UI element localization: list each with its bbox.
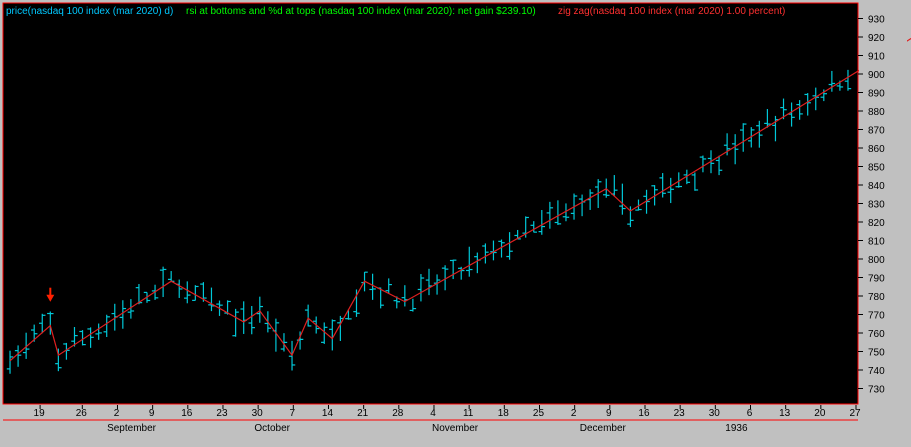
- y-tick-label: 840: [868, 181, 885, 192]
- month-label: 1936: [725, 423, 748, 434]
- y-tick-label: 760: [868, 329, 885, 340]
- x-tick-label: 6: [747, 408, 753, 419]
- month-label: September: [107, 423, 157, 434]
- y-tick-label: 880: [868, 107, 885, 118]
- y-tick-label: 870: [868, 126, 885, 137]
- x-tick-label: 30: [252, 408, 264, 419]
- legend-rsi-label: rsi at bottoms and %d at tops (nasdaq 10…: [186, 6, 536, 17]
- x-tick-label: 16: [181, 408, 193, 419]
- x-tick-label: 23: [216, 408, 228, 419]
- x-tick-label: 13: [779, 408, 791, 419]
- y-tick-label: 800: [868, 255, 885, 266]
- price-chart: 7307407507607707807908008108208308408508…: [2, 2, 911, 438]
- x-tick-label: 2: [571, 408, 577, 419]
- x-tick-label: 25: [533, 408, 545, 419]
- y-tick-label: 910: [868, 52, 885, 63]
- y-tick-label: 890: [868, 89, 885, 100]
- x-tick-label: 30: [709, 408, 721, 419]
- x-tick-label: 9: [606, 408, 612, 419]
- y-tick-label: 740: [868, 366, 885, 377]
- month-label: October: [254, 423, 290, 434]
- x-tick-label: 18: [498, 408, 510, 419]
- y-tick-label: 850: [868, 163, 885, 174]
- x-tick-label: 9: [149, 408, 155, 419]
- legend-zigzag-label: zig zag(nasdaq 100 index (mar 2020) 1.00…: [558, 6, 785, 17]
- x-tick-label: 27: [849, 408, 861, 419]
- x-tick-label: 14: [322, 408, 334, 419]
- x-tick-label: 20: [814, 408, 826, 419]
- x-tick-label: 26: [76, 408, 88, 419]
- plot-area: [3, 3, 858, 404]
- x-tick-label: 7: [290, 408, 296, 419]
- y-tick-label: 770: [868, 311, 885, 322]
- y-tick-label: 730: [868, 385, 885, 396]
- legend: price(nasdaq 100 index (mar 2020) d) rsi…: [6, 6, 785, 17]
- y-tick-label: 860: [868, 144, 885, 155]
- y-tick-label: 750: [868, 348, 885, 359]
- y-tick-label: 820: [868, 218, 885, 229]
- y-tick-label: 930: [868, 15, 885, 26]
- y-tick-label: 900: [868, 70, 885, 81]
- x-tick-label: 2: [114, 408, 120, 419]
- x-tick-label: 28: [392, 408, 404, 419]
- legend-price-label: price(nasdaq 100 index (mar 2020) d): [6, 6, 173, 17]
- y-tick-label: 780: [868, 292, 885, 303]
- x-tick-label: 23: [674, 408, 686, 419]
- month-label: November: [432, 423, 479, 434]
- month-label: December: [580, 423, 627, 434]
- y-tick-label: 830: [868, 200, 885, 211]
- y-tick-label: 790: [868, 274, 885, 285]
- y-tick-label: 920: [868, 33, 885, 44]
- y-tick-label: 810: [868, 237, 885, 248]
- x-tick-label: 19: [34, 408, 46, 419]
- x-tick-label: 21: [357, 408, 369, 419]
- chart-window: 730 740 750 760 770 780 790 800 810 820 830 840 850 8…: [0, 0, 911, 442]
- x-tick-label: 11: [463, 408, 474, 419]
- x-tick-label: 4: [430, 408, 436, 419]
- x-tick-label: 16: [638, 408, 650, 419]
